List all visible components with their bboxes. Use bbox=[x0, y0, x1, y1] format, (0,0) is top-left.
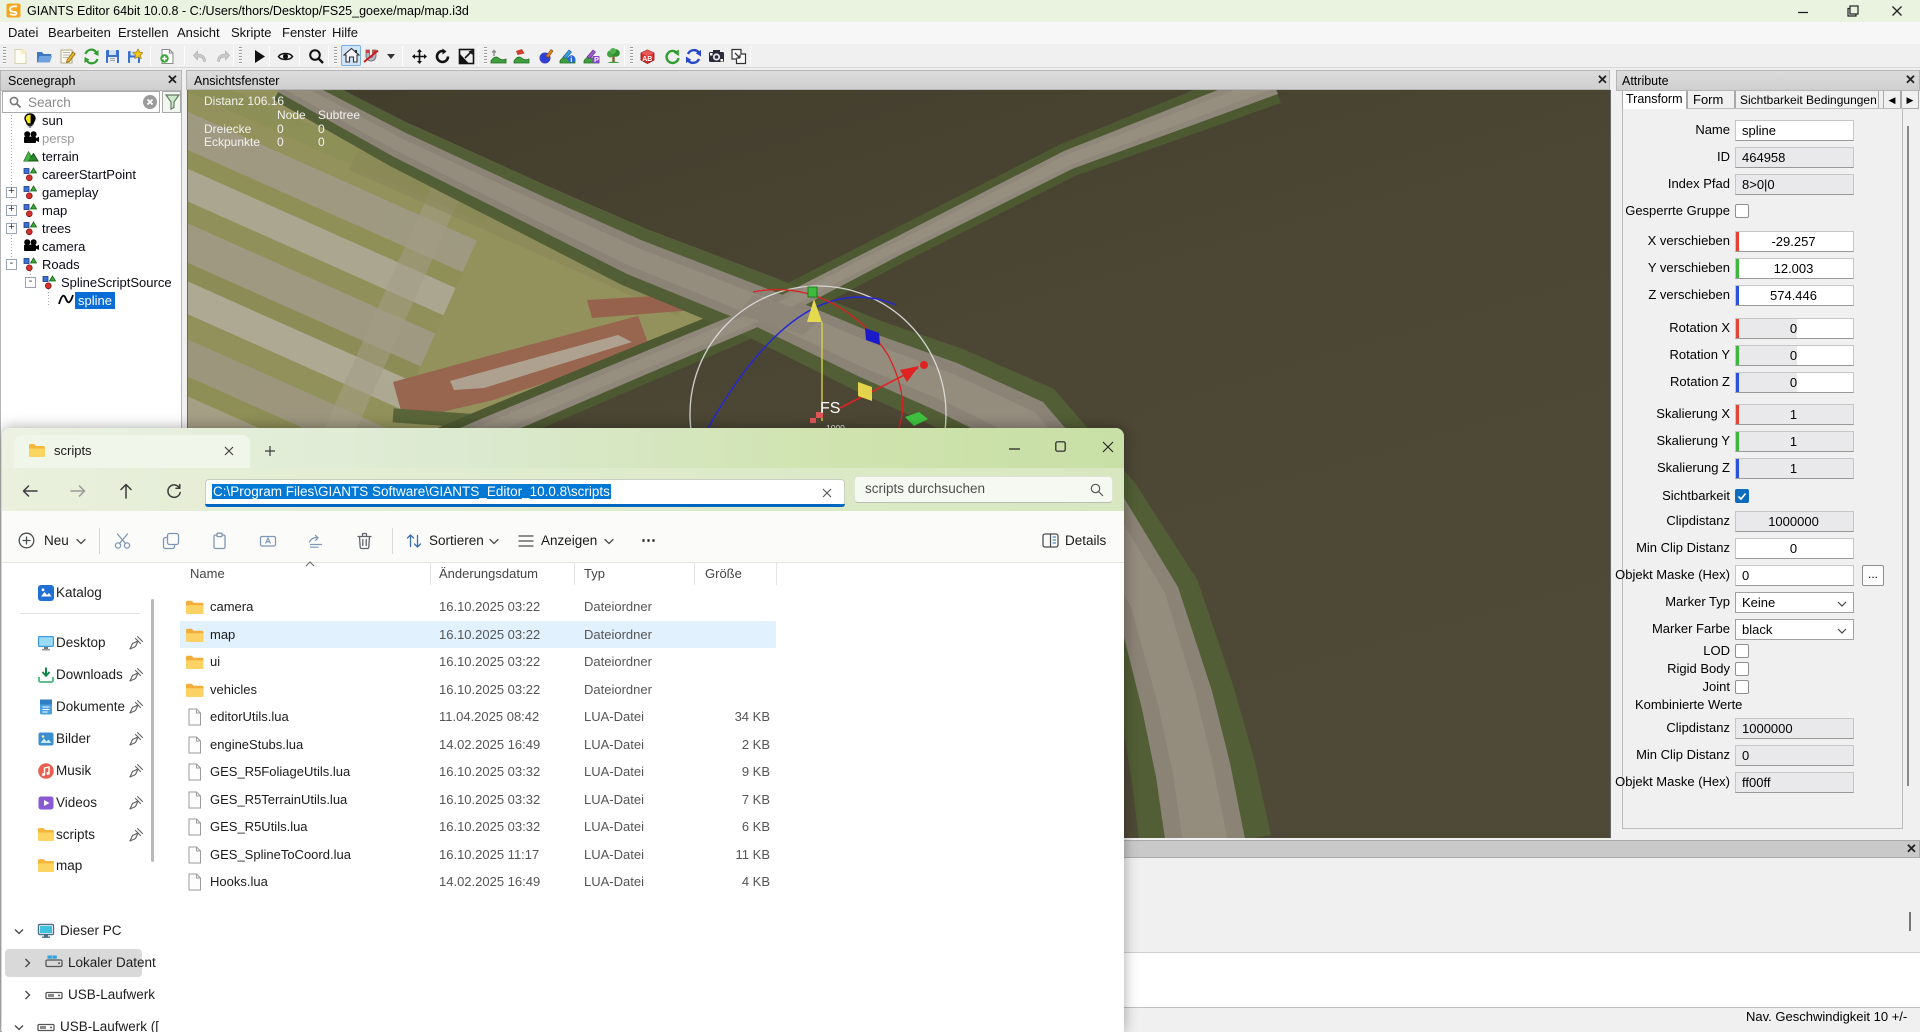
svg-text:Dreiecke: Dreiecke bbox=[204, 122, 252, 136]
svg-text:FS: FS bbox=[820, 400, 840, 417]
svg-text:i: i bbox=[570, 55, 572, 64]
svg-text:Eckpunkte: Eckpunkte bbox=[204, 135, 260, 149]
svg-text:0: 0 bbox=[318, 122, 325, 136]
svg-text:P: P bbox=[594, 55, 599, 64]
svg-text:0: 0 bbox=[277, 122, 284, 136]
svg-text:Node: Node bbox=[277, 108, 306, 122]
svg-text:AB: AB bbox=[642, 56, 652, 63]
svg-text:0: 0 bbox=[318, 135, 325, 149]
svg-text:Distanz 106.16: Distanz 106.16 bbox=[204, 94, 284, 108]
svg-text:Subtree: Subtree bbox=[318, 108, 360, 122]
svg-text:0: 0 bbox=[277, 135, 284, 149]
